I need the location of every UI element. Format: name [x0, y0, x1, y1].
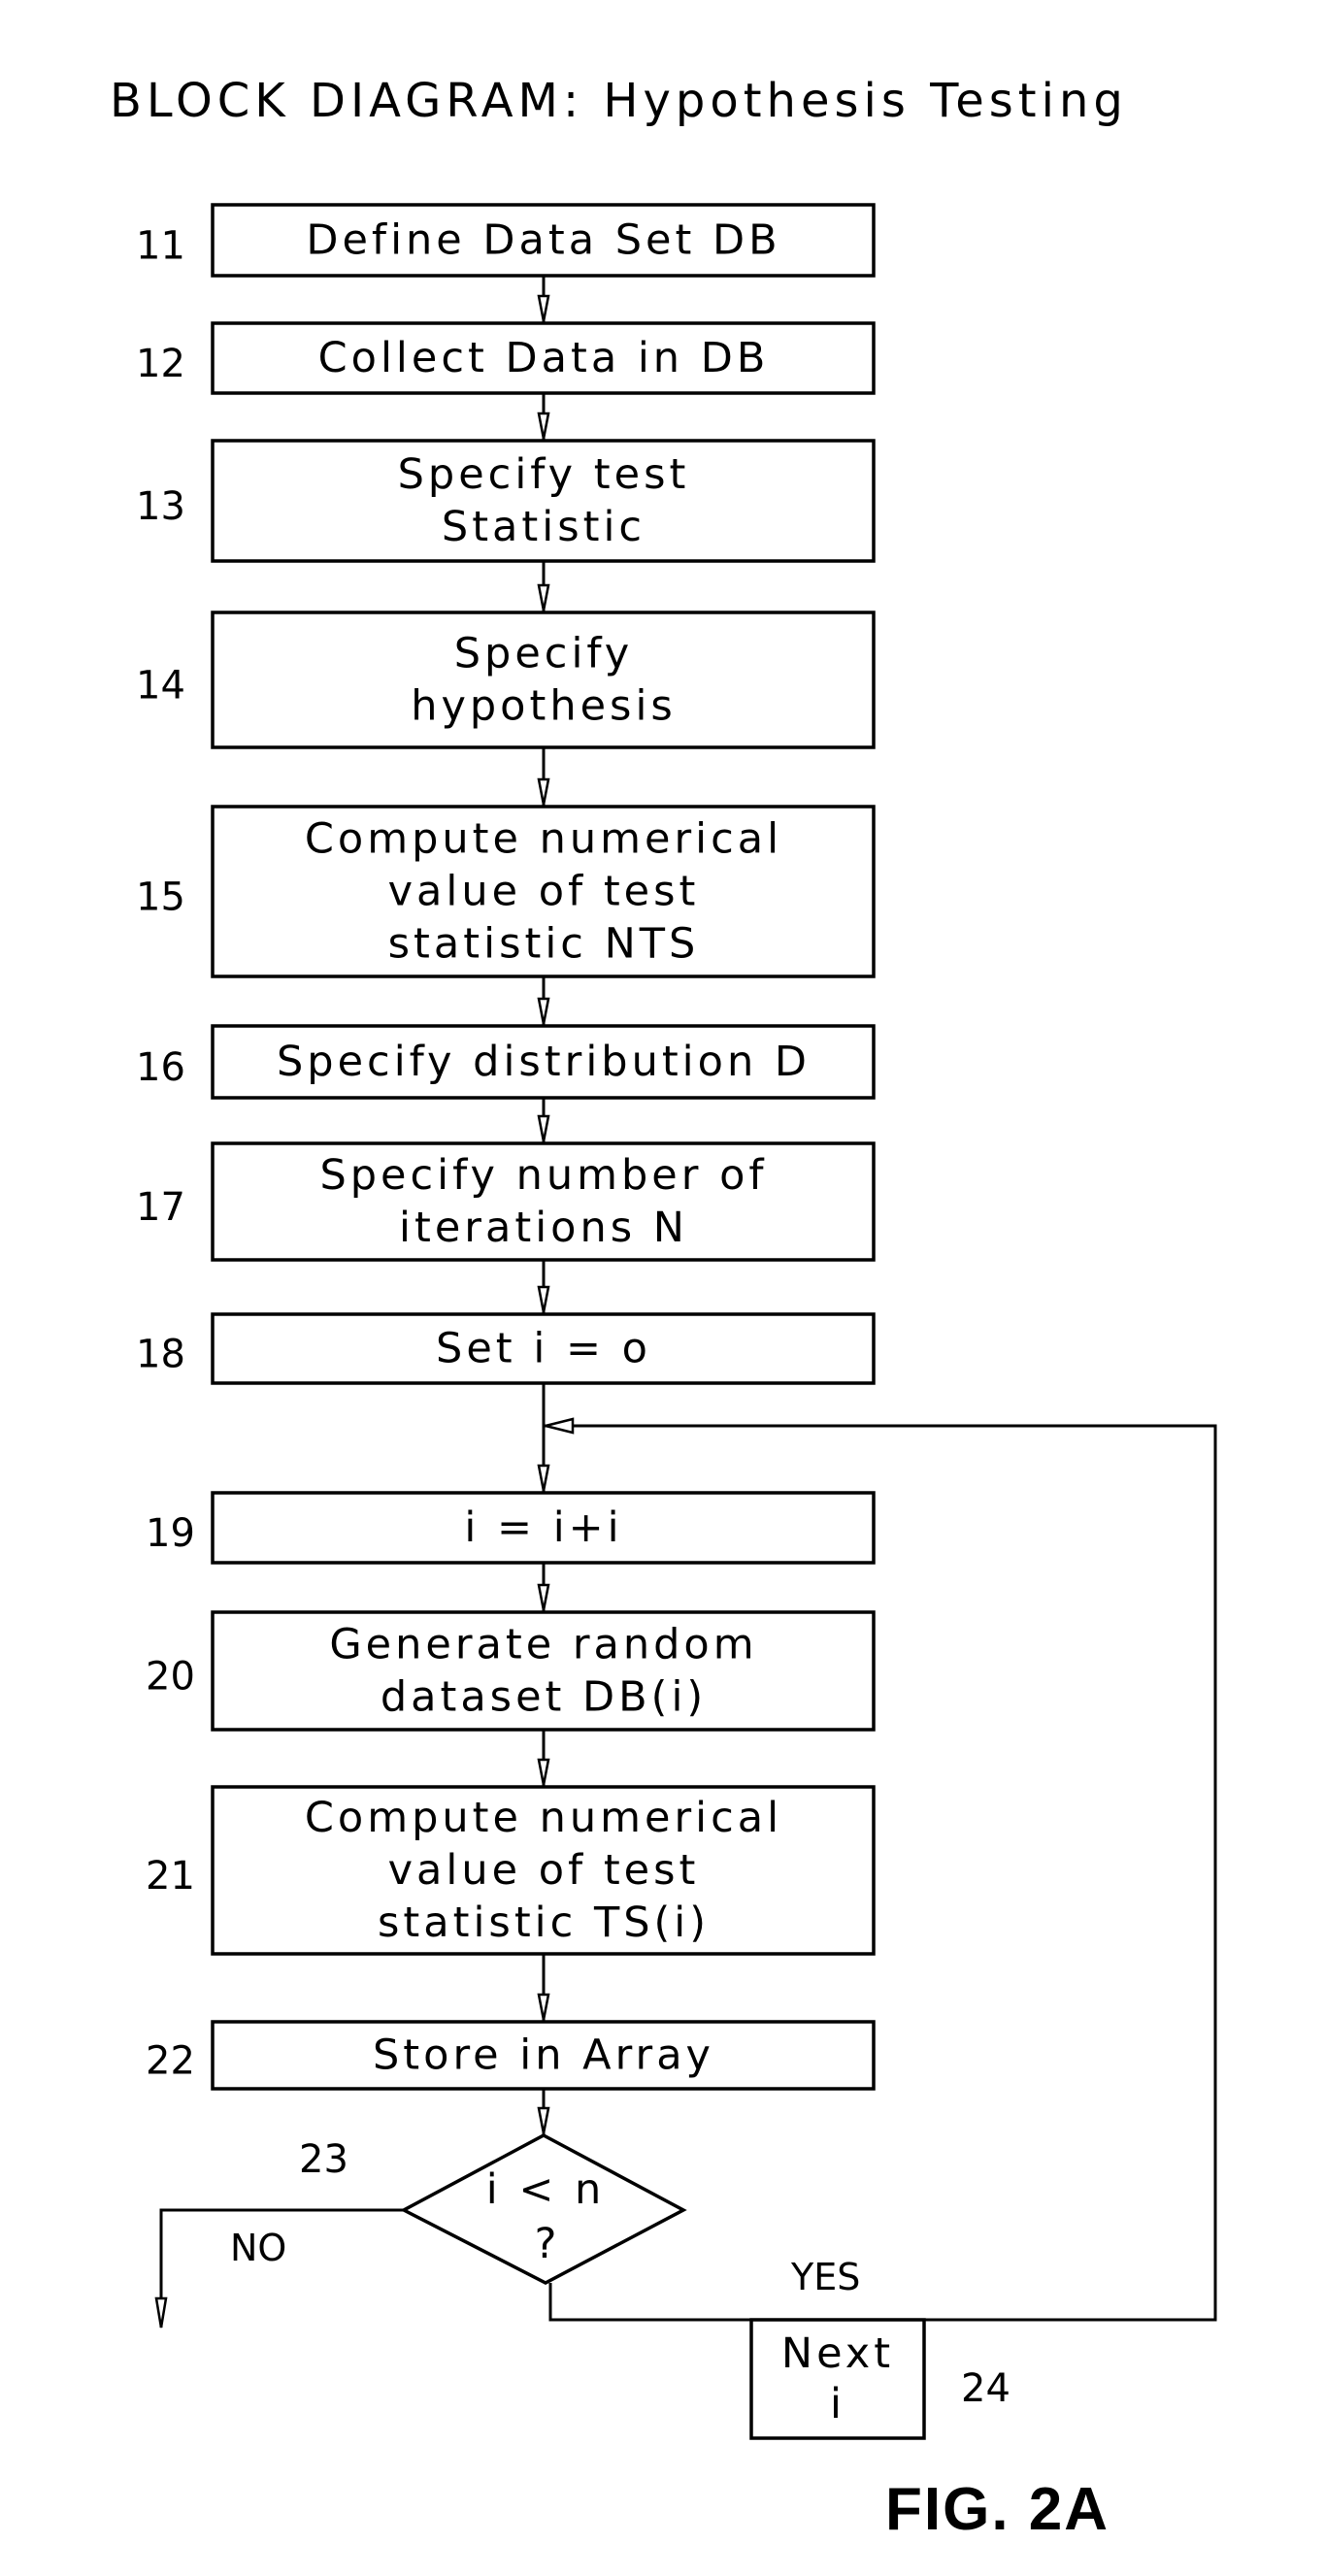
- next-step-24: Next i 24: [749, 2318, 1010, 2440]
- next-box-line-2: i: [830, 2380, 845, 2428]
- no-branch-arrow-icon: [154, 2296, 168, 2328]
- step-text-line: Statistic: [442, 503, 646, 551]
- step-text-line: Store in Array: [373, 2031, 714, 2080]
- step-text-line: Compute numerical: [305, 1794, 782, 1842]
- step-ref-label: 17: [136, 1185, 185, 1230]
- step-text-line: value of test: [388, 868, 700, 916]
- step-text-line: i = i+i: [464, 1503, 622, 1552]
- step-text-line: Define Data Set DB: [306, 216, 780, 265]
- process-step-21: Compute numericalvalue of teststatistic …: [146, 1785, 876, 1956]
- step-text-line: iterations N: [399, 1204, 688, 1252]
- loop-merge-arrow-icon: [545, 1417, 575, 1435]
- down-arrow-icon: [537, 1758, 550, 1786]
- decision-line-2: ?: [535, 2220, 561, 2268]
- process-step-15: Compute numericalvalue of teststatistic …: [136, 805, 876, 978]
- step-text-line: statistic TS(i): [378, 1899, 710, 1947]
- down-arrow-icon: [537, 1583, 550, 1611]
- step-ref-label: 14: [136, 664, 185, 709]
- step-text-line: Specify number of: [319, 1151, 767, 1200]
- down-arrow-icon: [537, 412, 550, 440]
- step-ref-label: 12: [136, 342, 185, 386]
- flowchart-canvas: BLOCK DIAGRAM: Hypothesis Testing Define…: [110, 74, 1217, 2543]
- step-text-line: value of test: [388, 1846, 700, 1895]
- no-branch: NO: [154, 2208, 404, 2328]
- process-step-20: Generate randomdataset DB(i) 20: [146, 1610, 876, 1732]
- step-text-line: Generate random: [329, 1621, 757, 1669]
- step-text-line: Specify distribution D: [277, 1038, 811, 1086]
- step-ref-label: 11: [136, 224, 185, 269]
- step-ref-label: 16: [136, 1045, 185, 1090]
- next-box-ref-label: 24: [961, 2366, 1010, 2411]
- down-arrow-icon: [537, 1285, 550, 1313]
- step-ref-label: 15: [136, 875, 185, 920]
- step-text-line: dataset DB(i): [381, 1673, 707, 1722]
- process-step-19: i = i+i 19: [146, 1491, 876, 1565]
- step-text-line: statistic NTS: [388, 920, 700, 969]
- decision-line-1: i < n: [486, 2165, 606, 2214]
- step-text-line: hypothesis: [411, 682, 677, 731]
- process-step-17: Specify number ofiterations N 17: [136, 1141, 876, 1262]
- down-arrow-icon: [537, 583, 550, 611]
- decision-ref-label: 23: [299, 2137, 348, 2182]
- down-arrow-icon: [537, 777, 550, 806]
- down-arrow-icon: [537, 1993, 550, 2021]
- process-step-13: Specify testStatistic 13: [136, 439, 876, 563]
- process-step-11: Define Data Set DB 11: [136, 203, 876, 278]
- step-text-line: Specify test: [398, 450, 690, 499]
- process-step-14: Specifyhypothesis 14: [136, 611, 876, 749]
- step-ref-label: 13: [136, 484, 185, 529]
- down-arrow-icon: [537, 1464, 550, 1492]
- yes-branch-label: YES: [790, 2256, 860, 2298]
- step-text-line: Set i = o: [436, 1325, 651, 1373]
- process-step-22: Store in Array 22: [146, 2020, 876, 2091]
- step-ref-label: 20: [146, 1655, 195, 1700]
- down-arrow-icon: [537, 294, 550, 322]
- step-ref-label: 18: [136, 1333, 185, 1377]
- down-arrow-icon: [537, 2106, 550, 2134]
- process-step-16: Specify distribution D 16: [136, 1024, 876, 1100]
- process-steps: Define Data Set DB 11 Collect Data in DB 12…: [136, 203, 876, 2091]
- next-box-line-1: Next: [781, 2329, 894, 2378]
- down-arrow-icon: [537, 1114, 550, 1142]
- down-arrow-icon: [537, 997, 550, 1025]
- no-branch-label: NO: [230, 2227, 286, 2269]
- step-ref-label: 22: [146, 2039, 195, 2084]
- process-step-18: Set i = o 18: [136, 1312, 876, 1385]
- step-text-line: Collect Data in DB: [318, 334, 770, 382]
- step-ref-label: 19: [146, 1511, 195, 1556]
- figure-label: FIG. 2A: [885, 2476, 1110, 2543]
- step-text-line: Specify: [454, 630, 633, 678]
- process-step-12: Collect Data in DB 12: [136, 321, 876, 395]
- step-text-line: Compute numerical: [305, 815, 782, 864]
- step-ref-label: 21: [146, 1854, 195, 1899]
- diagram-title: BLOCK DIAGRAM: Hypothesis Testing: [110, 74, 1128, 128]
